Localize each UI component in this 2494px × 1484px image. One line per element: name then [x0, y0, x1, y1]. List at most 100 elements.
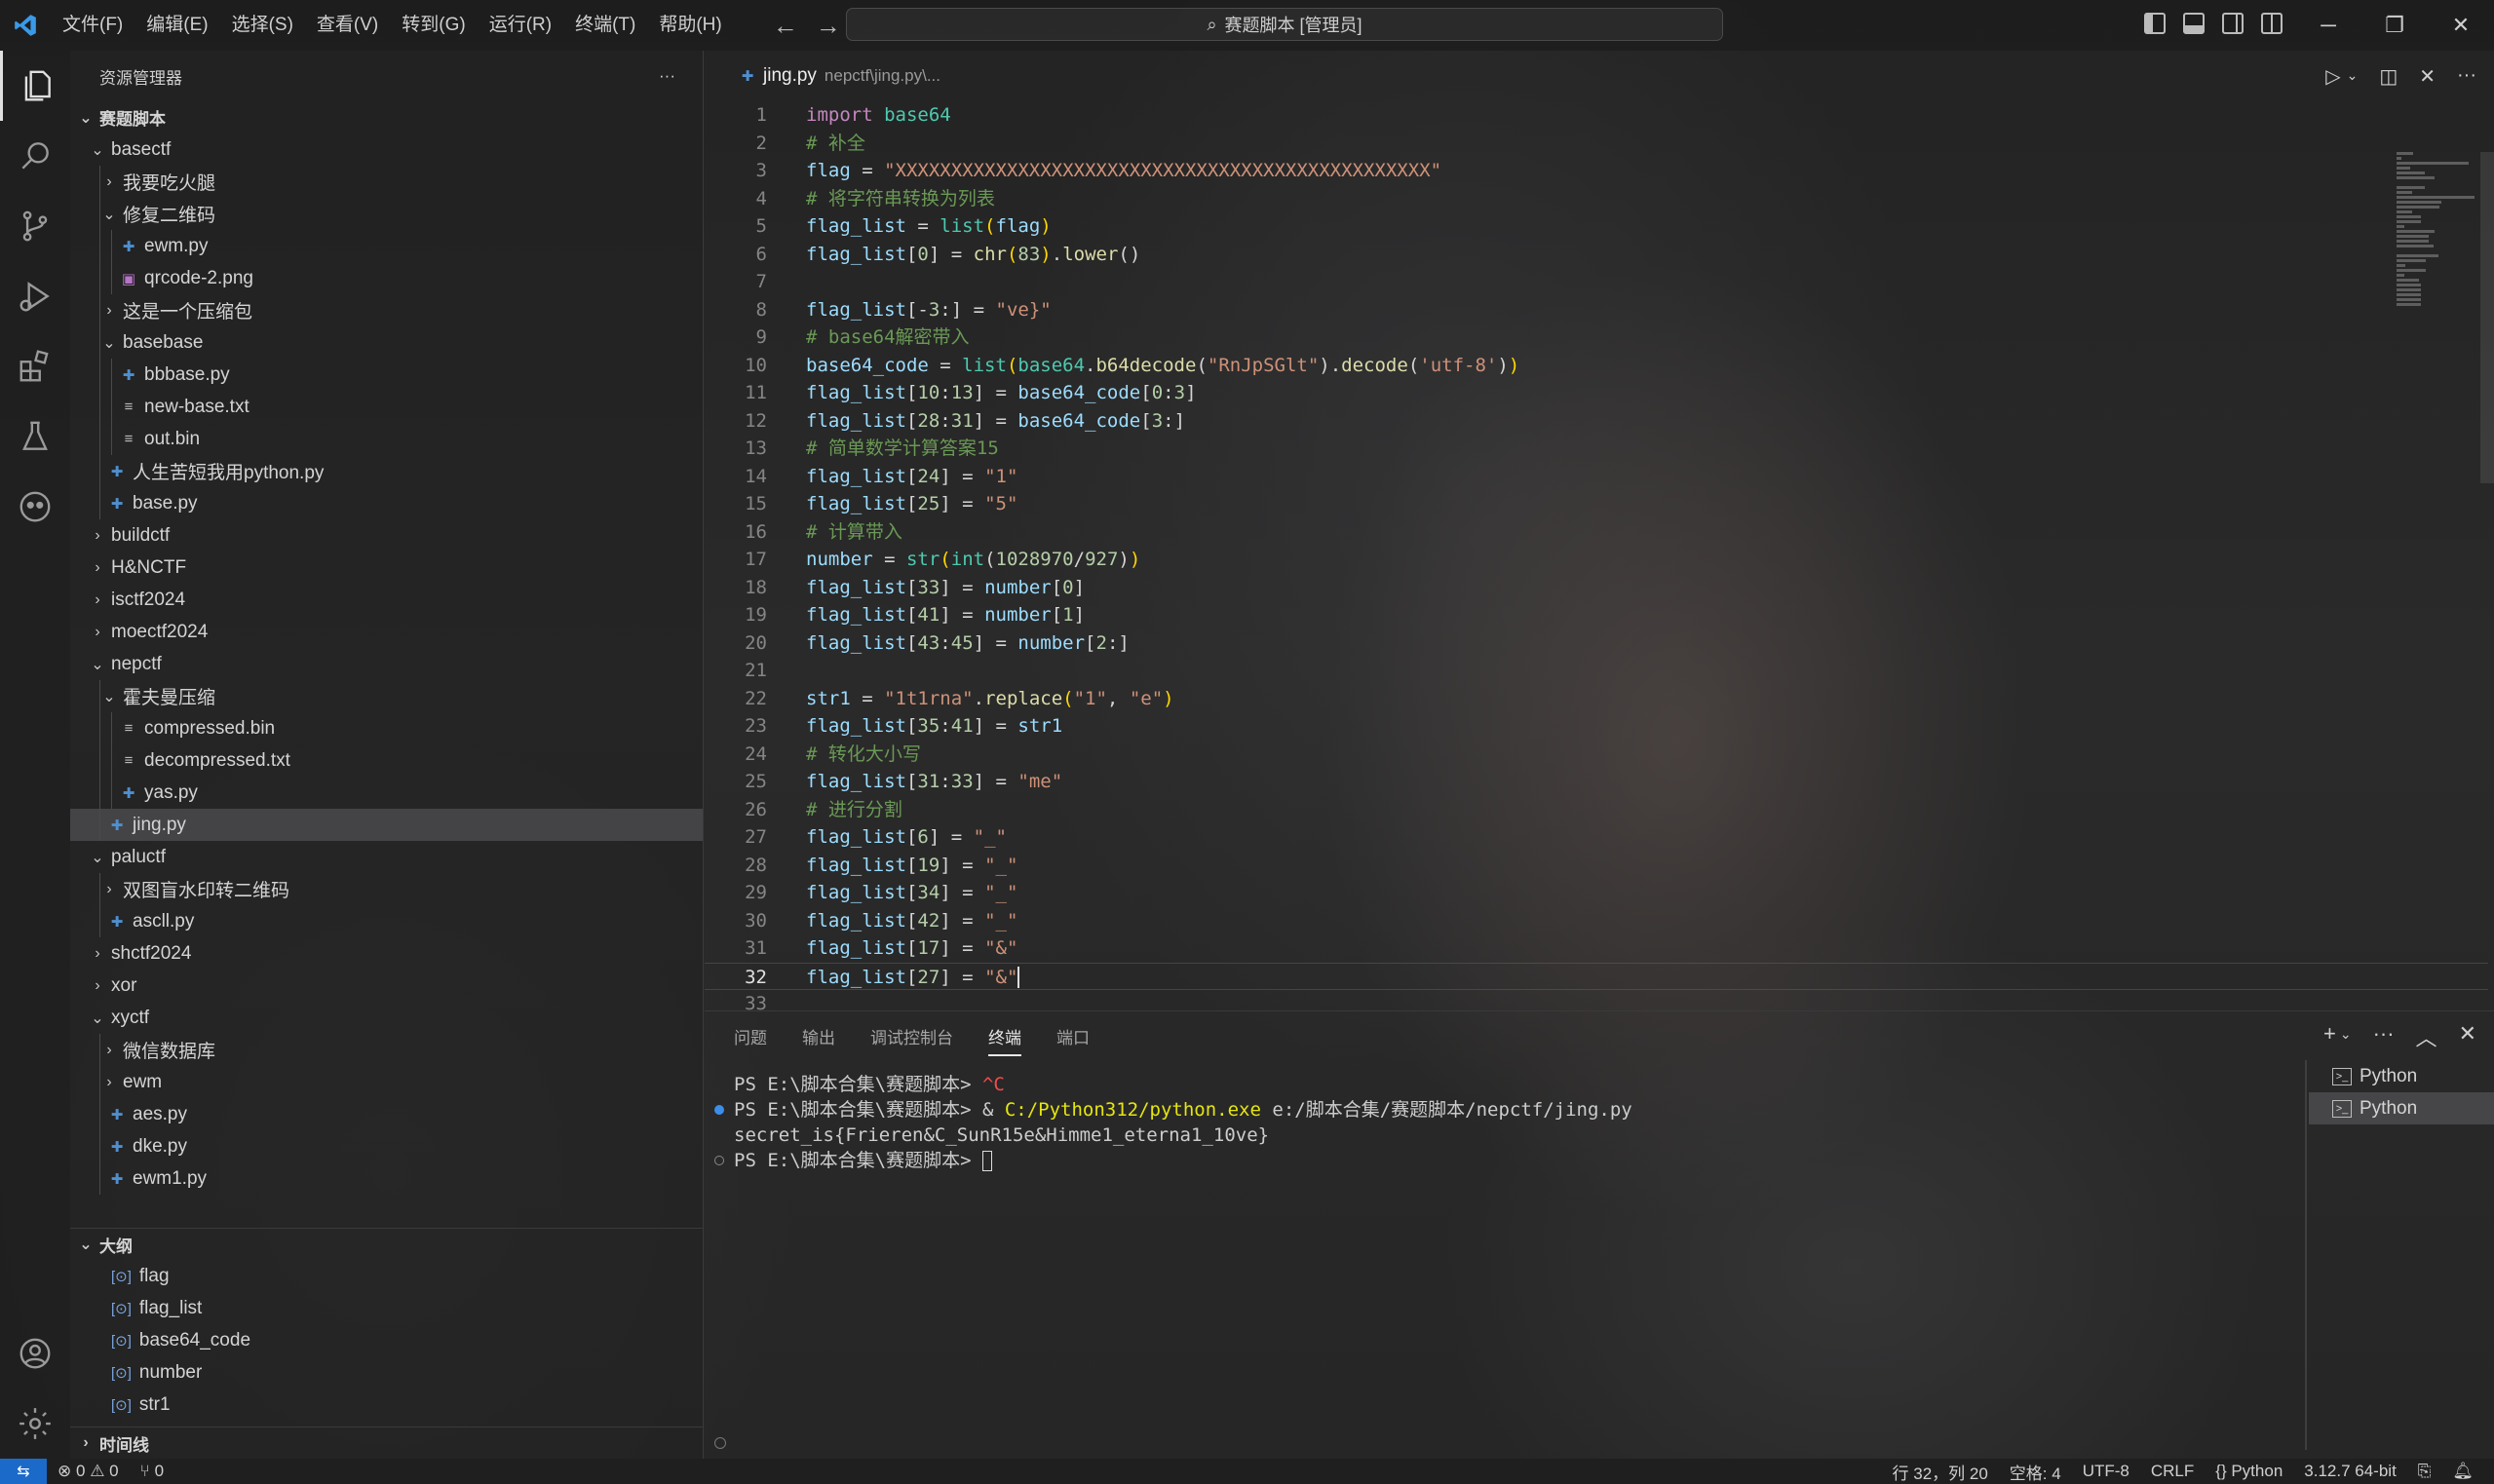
file-row[interactable]: ✚ jing.py — [70, 809, 703, 841]
folder-row[interactable]: › shctf2024 — [70, 937, 703, 970]
folder-row[interactable]: ⌄ 霍夫曼压缩 — [70, 680, 703, 712]
workspace-root[interactable]: ⌄ 赛题脚本 — [70, 101, 703, 133]
panel-tab[interactable]: 问题 — [734, 1024, 767, 1048]
file-row[interactable]: ≡ decompressed.txt — [70, 744, 703, 777]
problems-indicator[interactable]: ⊗ 0 ⚠ 0 — [47, 1462, 130, 1481]
more-actions-icon[interactable]: ··· — [2373, 1021, 2395, 1052]
close-editor-icon[interactable]: ✕ — [2419, 64, 2436, 89]
terminal-dropdown-chevron-icon[interactable]: ⌄ — [2340, 1026, 2352, 1052]
folder-row[interactable]: › ewm — [70, 1066, 703, 1098]
outline-item[interactable]: [⊙] number — [70, 1356, 703, 1389]
panel-tab[interactable]: 输出 — [802, 1024, 835, 1048]
command-decoration-icon[interactable] — [714, 1105, 724, 1115]
toggle-primary-sidebar-icon[interactable] — [2144, 13, 2166, 34]
source-control-icon[interactable] — [0, 191, 70, 261]
toggle-panel-icon[interactable] — [2183, 13, 2205, 34]
file-row[interactable]: ✚ aes.py — [70, 1098, 703, 1130]
menu-item[interactable]: 转到(G) — [390, 8, 477, 43]
folder-row[interactable]: › buildctf — [70, 519, 703, 552]
menu-item[interactable]: 文件(F) — [51, 8, 134, 43]
restore-icon[interactable]: ❐ — [2361, 0, 2428, 51]
menu-item[interactable]: 运行(R) — [478, 8, 563, 43]
timeline-header[interactable]: › 时间线 — [70, 1427, 704, 1459]
encoding[interactable]: UTF-8 — [2072, 1462, 2140, 1481]
menu-item[interactable]: 帮助(H) — [647, 8, 733, 43]
folder-row[interactable]: › 双图盲水印转二维码 — [70, 873, 703, 905]
minimize-icon[interactable]: ─ — [2295, 0, 2361, 51]
panel-tab[interactable]: 终端 — [988, 1024, 1021, 1056]
terminal-instance[interactable]: >_ Python — [2309, 1092, 2494, 1124]
folder-row[interactable]: › 微信数据库 — [70, 1034, 703, 1066]
folder-row[interactable]: › isctf2024 — [70, 584, 703, 616]
remote-indicator-icon[interactable]: ⇆ — [0, 1459, 47, 1484]
editor-scrollbar[interactable] — [2480, 152, 2494, 483]
folder-row[interactable]: ⌄ xyctf — [70, 1002, 703, 1034]
forward-arrow-icon[interactable]: → — [816, 11, 841, 41]
folder-row[interactable]: ⌄ paluctf — [70, 841, 703, 873]
panel-tab[interactable]: 端口 — [1056, 1024, 1090, 1048]
file-row[interactable]: ✚ yas.py — [70, 777, 703, 809]
toggle-secondary-sidebar-icon[interactable] — [2222, 13, 2244, 34]
outline-item[interactable]: [⊙] flag_list — [70, 1292, 703, 1324]
outline-item[interactable]: [⊙] str1 — [70, 1389, 703, 1421]
notifications-bell-icon[interactable]: 🔔︎ — [2441, 1462, 2484, 1481]
folder-row[interactable]: › 我要吃火腿 — [70, 166, 703, 198]
run-python-file-icon[interactable]: ▷ — [2325, 64, 2340, 89]
file-row[interactable]: ✚ ewm.py — [70, 230, 703, 262]
folder-row[interactable]: › 这是一个压缩包 — [70, 294, 703, 326]
code-editor[interactable]: 1 import base64 2 # 补全 3 flag = "XXXXXXXXXXXX… — [705, 101, 2488, 1012]
customize-layout-icon[interactable] — [2261, 13, 2283, 34]
testing-icon[interactable] — [0, 401, 70, 472]
copilot-icon[interactable]: ⎘ — [2407, 1462, 2442, 1481]
folder-row[interactable]: › moectf2024 — [70, 616, 703, 648]
panel-tab[interactable]: 调试控制台 — [870, 1024, 953, 1048]
folder-row[interactable]: ⌄ nepctf — [70, 648, 703, 680]
file-row[interactable]: ▣ qrcode-2.png — [70, 262, 703, 294]
folder-row[interactable]: ⌄ 修复二维码 — [70, 198, 703, 230]
new-terminal-icon[interactable]: + — [2323, 1021, 2336, 1052]
more-actions-icon[interactable]: ··· — [2457, 64, 2476, 89]
settings-gear-icon[interactable] — [0, 1389, 70, 1459]
more-actions-icon[interactable]: ··· — [659, 66, 675, 86]
folder-row[interactable]: ⌄ basebase — [70, 326, 703, 359]
remote-explorer-icon[interactable] — [0, 472, 70, 542]
end-of-line[interactable]: CRLF — [2140, 1462, 2205, 1481]
terminal-splitter[interactable] — [2305, 1060, 2307, 1450]
file-row[interactable]: ✚ base.py — [70, 487, 703, 519]
extensions-icon[interactable] — [0, 331, 70, 401]
editor-tab-jing-py[interactable]: ✚ jing.py nepctf\jing.py\... — [705, 51, 960, 101]
folder-row[interactable]: › xor — [70, 970, 703, 1002]
split-editor-icon[interactable]: ◫ — [2379, 64, 2398, 89]
back-arrow-icon[interactable]: ← — [773, 11, 798, 41]
file-row[interactable]: ✚ 人生苦短我用python.py — [70, 455, 703, 487]
ports-indicator[interactable]: ⑂ 0 — [130, 1462, 174, 1481]
folder-row[interactable]: › H&NCTF — [70, 552, 703, 584]
search-icon[interactable] — [0, 121, 70, 191]
folder-row[interactable]: ⌄ basectf — [70, 133, 703, 166]
command-decoration-icon[interactable] — [714, 1156, 724, 1165]
terminal-output[interactable]: PS E:\脚本合集\赛题脚本> ^C PS E:\脚本合集\赛题脚本> & C:… — [714, 1072, 2001, 1173]
file-row[interactable]: ✚ ascll.py — [70, 905, 703, 937]
explorer-icon[interactable] — [0, 51, 70, 121]
run-debug-icon[interactable] — [0, 261, 70, 331]
menu-item[interactable]: 终端(T) — [563, 8, 647, 43]
python-interpreter[interactable]: 3.12.7 64-bit — [2293, 1462, 2407, 1481]
close-icon[interactable]: ✕ — [2428, 0, 2494, 51]
terminal-instance[interactable]: >_ Python — [2309, 1060, 2494, 1092]
outline-header[interactable]: ⌄ 大纲 — [70, 1228, 703, 1260]
menu-item[interactable]: 选择(S) — [220, 8, 305, 43]
command-center[interactable]: ⌕ 赛题脚本 [管理员] — [846, 8, 1723, 41]
file-row[interactable]: ≡ out.bin — [70, 423, 703, 455]
indentation[interactable]: 空格: 4 — [1999, 1460, 2072, 1484]
close-panel-icon[interactable]: ✕ — [2459, 1021, 2476, 1052]
file-row[interactable]: ✚ dke.py — [70, 1130, 703, 1162]
menu-item[interactable]: 查看(V) — [305, 8, 390, 43]
file-row[interactable]: ≡ compressed.bin — [70, 712, 703, 744]
cursor-position[interactable]: 行 32，列 20 — [1882, 1460, 1999, 1484]
minimap[interactable] — [2397, 152, 2475, 306]
outline-item[interactable]: [⊙] base64_code — [70, 1324, 703, 1356]
language-mode[interactable]: {} Python — [2205, 1462, 2293, 1481]
maximize-panel-icon[interactable]: ︿ — [2416, 1021, 2437, 1052]
run-dropdown-chevron-icon[interactable]: ⌄ — [2347, 67, 2359, 89]
file-row[interactable]: ✚ bbbase.py — [70, 359, 703, 391]
